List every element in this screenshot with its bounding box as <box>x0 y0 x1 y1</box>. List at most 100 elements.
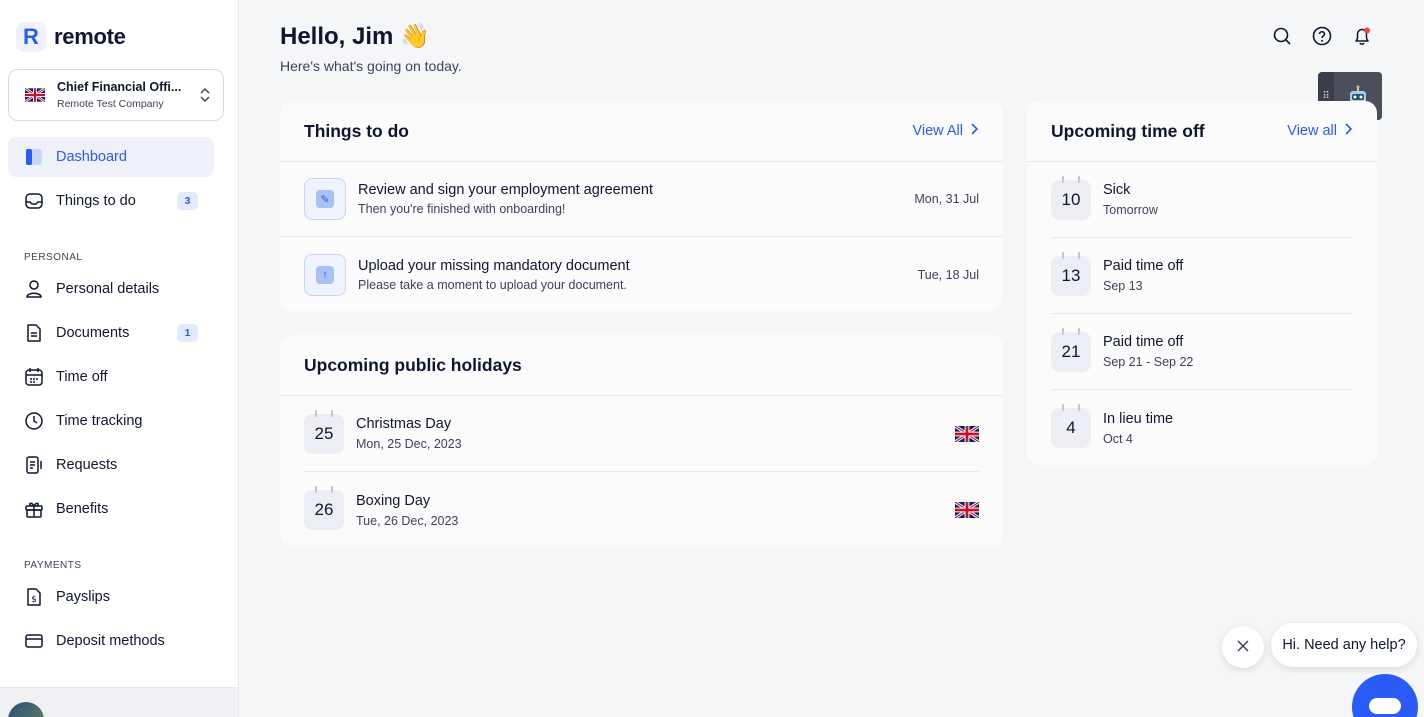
uk-flag-icon <box>954 500 980 520</box>
page-subtitle: Here's what's going on today. <box>280 58 462 74</box>
section-label-personal: PERSONAL <box>24 252 83 263</box>
sidebar-item-time-tracking[interactable]: Time tracking <box>8 401 214 441</box>
sidebar-item-payslips[interactable]: $ Payslips <box>8 577 214 617</box>
count-badge: 3 <box>177 192 198 210</box>
account-switcher[interactable]: Chief Financial Offi... Remote Test Comp… <box>8 69 224 121</box>
user-icon <box>24 279 44 299</box>
time-off-type: Paid time off <box>1103 258 1184 274</box>
todo-subtitle: Then you're finished with onboarding! <box>358 202 566 216</box>
upcoming-time-off-card: Upcoming time off View all 10 Sick Tomor… <box>1027 101 1377 465</box>
view-all-label: View All <box>912 123 963 139</box>
holiday-date: Mon, 25 Dec, 2023 <box>356 437 462 451</box>
gift-icon <box>24 499 44 519</box>
search-icon[interactable] <box>1272 26 1292 46</box>
chevron-right-icon <box>971 122 979 140</box>
time-off-item[interactable]: 13 Paid time off Sep 13 <box>1051 238 1353 314</box>
sidebar-item-documents[interactable]: Documents 1 <box>8 313 214 353</box>
calendar-date-icon: 10 <box>1051 175 1091 220</box>
help-icon[interactable] <box>1312 26 1332 46</box>
chevron-up-down-icon <box>199 87 211 103</box>
sidebar-item-label: Payslips <box>56 589 110 605</box>
chat-launcher-button[interactable] <box>1352 674 1418 717</box>
chevron-right-icon <box>1345 122 1353 140</box>
credit-card-icon <box>24 631 44 651</box>
sidebar-item-time-off[interactable]: Time off <box>8 357 214 397</box>
todo-date: Mon, 31 Jul <box>914 192 979 206</box>
uk-flag-icon <box>954 424 980 443</box>
sidebar-item-label: Things to do <box>56 193 136 209</box>
sidebar-item-label: Time off <box>56 369 108 385</box>
time-off-when: Sep 13 <box>1103 279 1143 293</box>
sidebar-item-requests[interactable]: Requests <box>8 445 214 485</box>
calendar-date-icon: 25 <box>304 409 344 454</box>
sidebar-item-label: Personal details <box>56 281 160 297</box>
todo-item[interactable]: ↑ Upload your missing mandatory document… <box>280 237 1003 311</box>
calendar-icon <box>24 367 44 387</box>
brand-logo[interactable]: R remote <box>16 22 126 52</box>
sidebar-item-label: Benefits <box>56 501 109 517</box>
sidebar-item-label: Time tracking <box>56 413 143 429</box>
uk-flag-icon <box>24 87 46 103</box>
calendar-date-icon: 4 <box>1051 404 1091 448</box>
page-title: Hello, Jim 👋 <box>280 23 430 50</box>
calendar-date-icon: 21 <box>1051 327 1091 372</box>
holiday-name: Christmas Day <box>356 416 452 432</box>
count-badge: 1 <box>177 324 198 342</box>
section-label-payments: PAYMENTS <box>24 560 82 571</box>
time-off-when: Sep 21 - Sep 22 <box>1103 355 1194 369</box>
time-off-when: Oct 4 <box>1103 431 1133 446</box>
clock-icon <box>24 411 44 431</box>
sidebar-item-label: Deposit methods <box>56 633 165 649</box>
sidebar-item-deposit-methods[interactable]: Deposit methods <box>8 621 214 661</box>
holiday-item: 25 Christmas Day Mon, 25 Dec, 2023 <box>304 396 980 472</box>
chat-icon <box>1369 698 1401 714</box>
holiday-item: 26 Boxing Day Tue, 26 Dec, 2023 <box>304 472 980 547</box>
drag-handle-icon[interactable]: ⠿ <box>1318 91 1334 102</box>
sidebar-item-label: Requests <box>56 457 118 473</box>
holiday-name: Boxing Day <box>356 492 431 509</box>
time-off-item[interactable]: 10 Sick Tomorrow <box>1051 162 1353 238</box>
card-title: Upcoming time off <box>1051 120 1205 141</box>
things-to-do-card: Things to do View All ✎ Review and sign … <box>280 101 1003 311</box>
sidebar-item-benefits[interactable]: Benefits <box>8 489 214 529</box>
holiday-date: Tue, 26 Dec, 2023 <box>356 513 459 528</box>
todo-title: Review and sign your employment agreemen… <box>358 182 653 198</box>
user-profile-footer[interactable] <box>0 687 238 717</box>
pen-icon: ✎ <box>304 178 346 220</box>
calendar-date-icon: 26 <box>304 486 344 530</box>
calendar-date-icon: 13 <box>1051 251 1091 296</box>
account-role: Chief Financial Offi... <box>57 80 182 94</box>
avatar <box>8 702 44 717</box>
inbox-icon <box>24 191 44 211</box>
requests-icon <box>24 455 44 475</box>
sidebar-item-label: Documents <box>56 325 130 341</box>
todo-date: Tue, 18 Jul <box>917 267 979 282</box>
view-all-link[interactable]: View All <box>912 122 979 140</box>
time-off-item[interactable]: 4 In lieu time Oct 4 <box>1051 390 1353 465</box>
card-title: Things to do <box>304 120 409 141</box>
sidebar-item-label: Dashboard <box>56 149 127 165</box>
close-chat-button[interactable] <box>1222 626 1264 668</box>
dashboard-icon <box>24 147 44 167</box>
notification-bell-icon[interactable] <box>1352 26 1372 46</box>
svg-text:$: $ <box>31 595 37 605</box>
payslip-icon: $ <box>24 587 44 607</box>
card-title: Upcoming public holidays <box>304 354 522 375</box>
todo-item[interactable]: ✎ Review and sign your employment agreem… <box>280 162 1003 237</box>
remote-logo-icon: R <box>16 22 46 52</box>
document-icon <box>24 323 44 343</box>
view-all-link[interactable]: View all <box>1287 122 1353 140</box>
time-off-type: Sick <box>1103 182 1131 198</box>
chat-prompt[interactable]: Hi. Need any help? <box>1271 623 1417 667</box>
time-off-type: Paid time off <box>1103 334 1184 350</box>
time-off-item[interactable]: 21 Paid time off Sep 21 - Sep 22 <box>1051 314 1353 390</box>
sidebar-item-personal-details[interactable]: Personal details <box>8 269 214 309</box>
view-all-label: View all <box>1287 123 1337 139</box>
todo-subtitle: Please take a moment to upload your docu… <box>358 277 627 292</box>
sidebar-item-dashboard[interactable]: Dashboard <box>8 137 214 177</box>
account-company: Remote Test Company <box>57 98 164 110</box>
close-icon <box>1236 637 1250 658</box>
sidebar-item-things-to-do[interactable]: Things to do 3 <box>8 181 214 221</box>
sidebar: R remote Chief Financial Offi... Remote … <box>0 0 239 717</box>
time-off-type: In lieu time <box>1103 410 1174 427</box>
